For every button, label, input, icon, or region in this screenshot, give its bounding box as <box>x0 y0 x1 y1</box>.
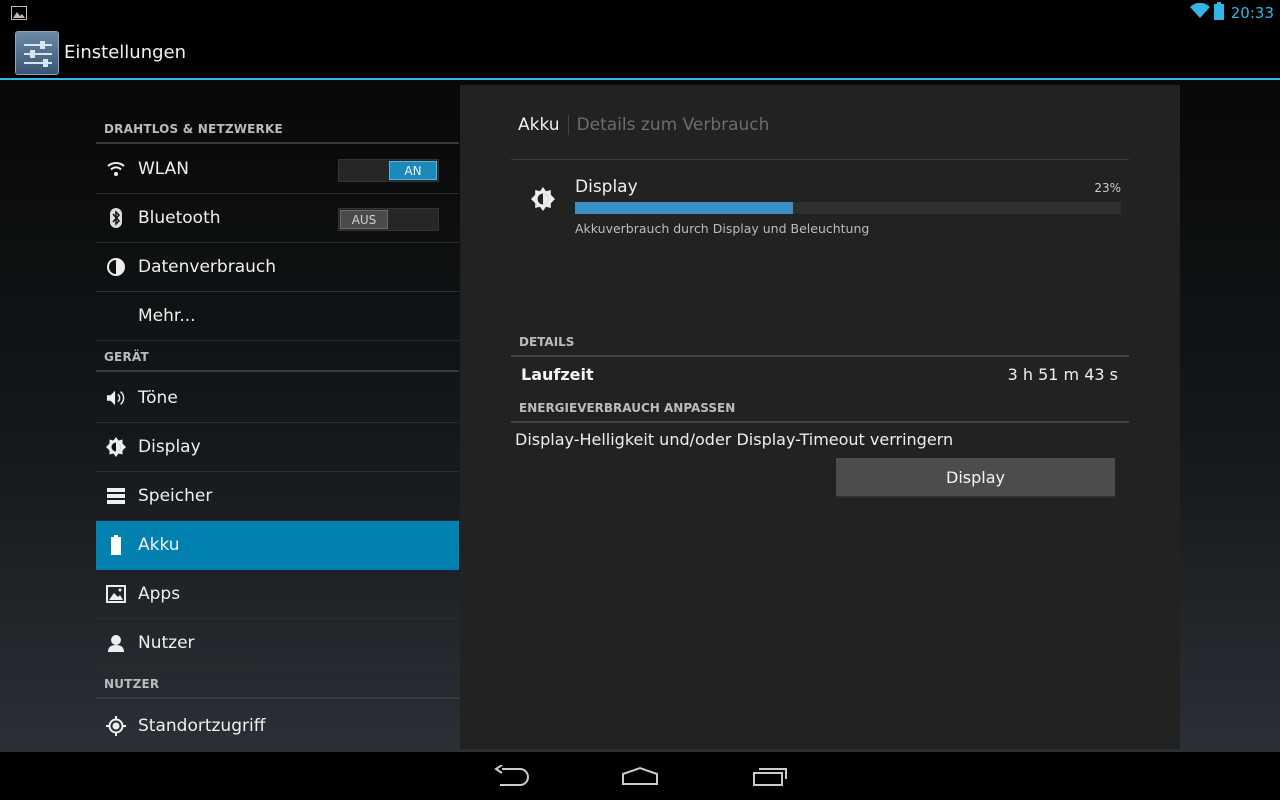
sidebar-item-data-usage[interactable]: Datenverbrauch <box>96 243 459 292</box>
sidebar-item-label: Speicher <box>138 486 213 506</box>
section-header-user: NUTZER <box>96 669 459 699</box>
usage-progress-fill <box>575 202 794 214</box>
wlan-toggle[interactable]: AN <box>338 159 439 182</box>
apps-icon <box>106 584 126 604</box>
sidebar-item-more[interactable]: Mehr... <box>96 292 459 341</box>
sidebar-item-label: Display <box>138 437 201 457</box>
divider <box>511 355 1129 357</box>
breadcrumb-parent[interactable]: Akku <box>518 115 560 135</box>
location-icon <box>106 716 126 736</box>
runtime-value: 3 h 51 m 43 s <box>1007 365 1118 384</box>
sidebar-item-label: Akku <box>138 535 180 555</box>
image-notification-icon <box>11 5 27 24</box>
brightness-icon <box>106 437 126 457</box>
sidebar-item-battery[interactable]: Akku <box>96 521 459 570</box>
sidebar-item-apps[interactable]: Apps <box>96 570 459 619</box>
user-icon <box>106 633 126 653</box>
sidebar-item-bluetooth[interactable]: Bluetooth AUS <box>96 194 459 243</box>
details-header: DETAILS <box>519 335 575 349</box>
sidebar-item-label: Mehr... <box>138 306 196 326</box>
wifi-icon <box>106 159 126 179</box>
sidebar-item-label: Bluetooth <box>138 208 221 228</box>
recent-apps-icon[interactable] <box>746 760 794 792</box>
toggle-state: AN <box>389 161 437 180</box>
usage-description: Akkuverbrauch durch Display und Beleucht… <box>575 221 870 236</box>
settings-list: DRAHTLOS & NETZWERKE WLAN AN Bluetooth A… <box>96 80 459 752</box>
bluetooth-toggle[interactable]: AUS <box>338 208 439 231</box>
divider <box>511 421 1129 423</box>
usage-progress-bar <box>575 202 1121 214</box>
adjust-tip: Display-Helligkeit und/oder Display-Time… <box>515 430 954 449</box>
section-header-device: GERÄT <box>96 342 459 372</box>
battery-detail-panel: Akku Details zum Verbrauch Display 23% Ak… <box>460 85 1180 749</box>
toggle-state: AUS <box>340 210 388 229</box>
sidebar-item-location[interactable]: Standortzugriff <box>96 702 459 751</box>
clock: 20:33 <box>1230 4 1274 22</box>
sidebar-item-display[interactable]: Display <box>96 423 459 472</box>
sidebar-item-label: Töne <box>138 388 178 408</box>
settings-app-icon[interactable] <box>15 31 59 75</box>
bluetooth-icon <box>106 208 126 228</box>
runtime-label: Laufzeit <box>521 365 594 384</box>
volume-icon <box>106 388 126 408</box>
breadcrumb-current: Details zum Verbrauch <box>576 115 770 135</box>
usage-title: Display <box>575 177 638 197</box>
sidebar-item-label: WLAN <box>138 159 190 179</box>
section-header-wireless: DRAHTLOS & NETZWERKE <box>96 114 459 144</box>
home-icon[interactable] <box>616 760 664 792</box>
battery-icon <box>106 535 126 555</box>
brightness-icon <box>531 187 555 211</box>
sidebar-item-users[interactable]: Nutzer <box>96 619 459 668</box>
sidebar-item-sounds[interactable]: Töne <box>96 374 459 423</box>
wifi-signal-icon <box>1189 2 1210 23</box>
action-bar: Einstellungen <box>0 26 1280 80</box>
sidebar-item-label: Standortzugriff <box>138 716 266 736</box>
data-usage-icon <box>106 257 126 277</box>
breadcrumb: Akku Details zum Verbrauch <box>518 115 769 135</box>
divider <box>511 159 1129 160</box>
sidebar-item-label: Nutzer <box>138 633 195 653</box>
app-title: Einstellungen <box>64 42 187 63</box>
storage-icon <box>106 486 126 506</box>
sidebar-item-label: Apps <box>138 584 181 604</box>
usage-percent: 23% <box>1094 181 1121 195</box>
display-settings-button[interactable]: Display <box>836 458 1115 498</box>
sidebar-item-storage[interactable]: Speicher <box>96 472 459 521</box>
back-icon[interactable] <box>488 760 536 792</box>
sidebar-item-label: Datenverbrauch <box>138 257 277 277</box>
sidebar-item-wlan[interactable]: WLAN AN <box>96 145 459 194</box>
battery-status-icon <box>1213 2 1224 24</box>
navigation-bar <box>0 752 1280 800</box>
content-area: DRAHTLOS & NETZWERKE WLAN AN Bluetooth A… <box>0 80 1280 752</box>
adjust-header: ENERGIEVERBRAUCH ANPASSEN <box>519 401 736 415</box>
status-bar: 20:33 <box>0 0 1280 26</box>
